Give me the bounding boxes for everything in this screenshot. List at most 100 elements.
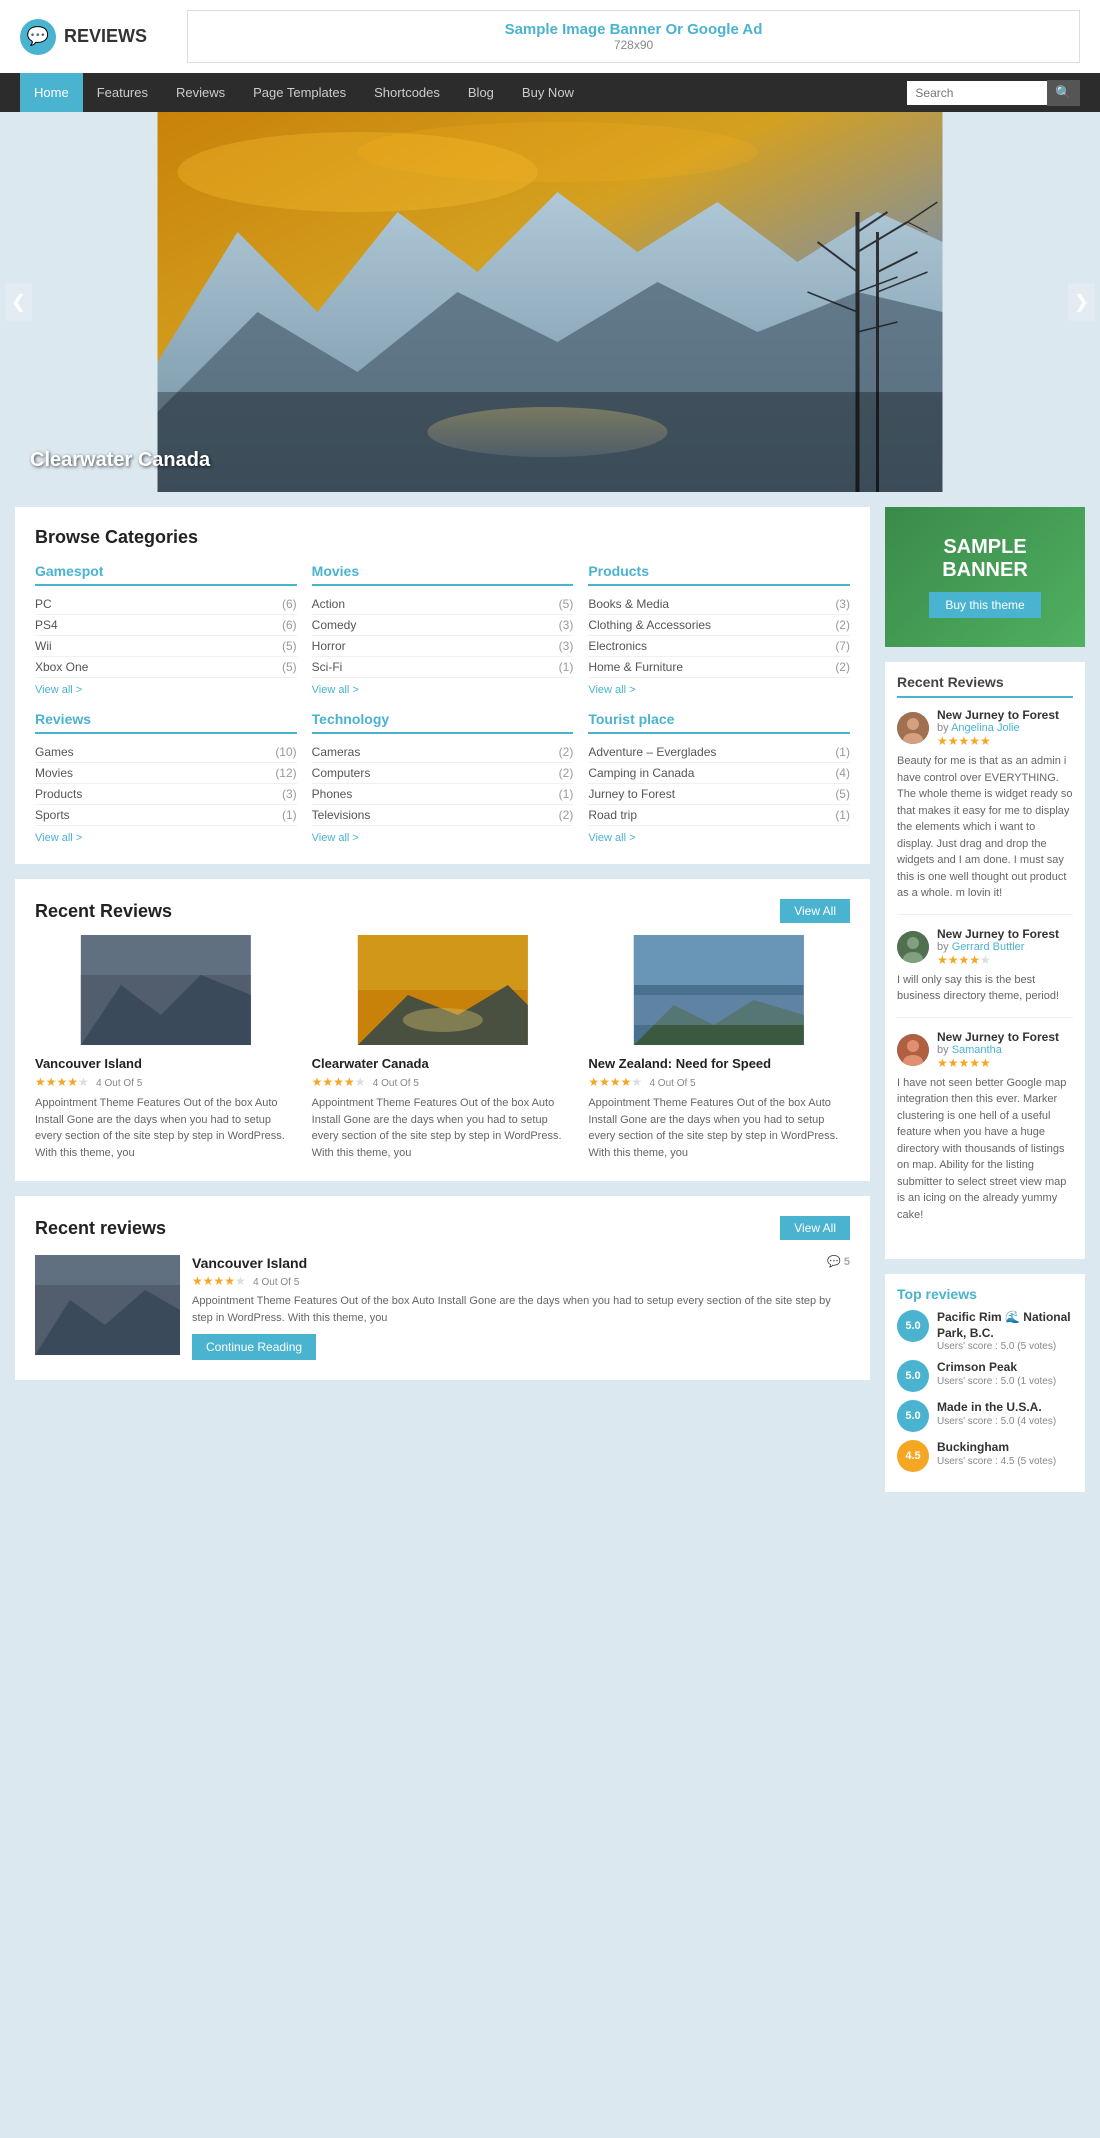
nav-reviews[interactable]: Reviews (162, 73, 239, 112)
list-item: Electronics(7) (588, 636, 850, 657)
score-badge-3: 5.0 (897, 1400, 929, 1432)
sidebar-review-1: New Jurney to Forest by Angelina Jolie ★… (897, 708, 1073, 915)
review-card-1-stars: ★★★★★ 4 Out Of 5 (35, 1075, 297, 1089)
nav-page-templates[interactable]: Page Templates (239, 73, 360, 112)
nav-home[interactable]: Home (20, 73, 83, 112)
list-item: Horror(3) (312, 636, 574, 657)
top-review-4-info: Buckingham Users' score : 4.5 (5 votes) (937, 1440, 1056, 1467)
recent-reviews-header: Recent Reviews View All (35, 899, 850, 923)
continue-reading-button[interactable]: Continue Reading (192, 1334, 316, 1360)
cat-products-title: Products (588, 563, 850, 586)
list-item: Games(10) (35, 742, 297, 763)
top-review-3-meta: Users' score : 5.0 (4 votes) (937, 1416, 1056, 1427)
top-review-2-title: Crimson Peak (937, 1360, 1056, 1376)
list-item: PS4(6) (35, 615, 297, 636)
cat-technology-title: Technology (312, 711, 574, 734)
sidebar-review-3-author-link[interactable]: Samantha (952, 1044, 1002, 1056)
list-item: Home & Furniture(2) (588, 657, 850, 678)
logo: 💬 REVIEWS (20, 19, 147, 55)
reviews-cards-grid: Vancouver Island ★★★★★ 4 Out Of 5 Appoin… (35, 935, 850, 1161)
list-item: Televisions(2) (312, 805, 574, 826)
recent-reviews-grid: Recent Reviews View All Vancouver Island… (15, 879, 870, 1181)
recent-reviews-list-header: Recent reviews View All (35, 1216, 850, 1240)
top-review-1-info: Pacific Rim 🌊 National Park, B.C. Users'… (937, 1310, 1073, 1352)
list-item: Products(3) (35, 784, 297, 805)
search-button[interactable]: 🔍 (1047, 80, 1080, 106)
sidebar-review-3: New Jurney to Forest by Samantha ★★★★★ I… (897, 1030, 1073, 1236)
list-item: PC(6) (35, 594, 297, 615)
sidebar-avatar-1 (897, 712, 929, 744)
top-review-2-meta: Users' score : 5.0 (1 votes) (937, 1376, 1056, 1387)
category-reviews: Reviews Games(10) Movies(12) Products(3)… (35, 711, 297, 844)
nav-blog[interactable]: Blog (454, 73, 508, 112)
nav-features[interactable]: Features (83, 73, 162, 112)
view-all-technology[interactable]: View all > (312, 832, 359, 844)
list-item: Cameras(2) (312, 742, 574, 763)
review-card-1-desc: Appointment Theme Features Out of the bo… (35, 1095, 297, 1161)
view-all-products[interactable]: View all > (588, 684, 635, 696)
sidebar-review-2-header: New Jurney to Forest by Gerrard Buttler … (897, 927, 1073, 967)
score-badge-4: 4.5 (897, 1440, 929, 1472)
main-nav: Home Features Reviews Page Templates Sho… (0, 73, 1100, 112)
top-review-3-info: Made in the U.S.A. Users' score : 5.0 (4… (937, 1400, 1056, 1427)
sidebar-banner[interactable]: SAMPLE BANNER Buy this theme (885, 507, 1085, 647)
banner-title: Sample Image Banner Or Google Ad (198, 21, 1069, 38)
top-reviews-title: Top reviews (897, 1286, 1073, 1302)
sidebar-review-1-author-link[interactable]: Angelina Jolie (951, 722, 1020, 734)
view-all-movies[interactable]: View all > (312, 684, 359, 696)
review-card-3-image (588, 935, 850, 1045)
sidebar-review-2-author: by Gerrard Buttler (937, 941, 1059, 953)
sidebar-review-1-text: Beauty for me is that as an admin i have… (897, 753, 1073, 902)
recent-reviews-list-title: Recent reviews (35, 1218, 166, 1239)
comment-count: 💬 5 (827, 1255, 850, 1268)
cat-gamespot-title: Gamespot (35, 563, 297, 586)
category-tourist-place: Tourist place Adventure – Everglades(1) … (588, 711, 850, 844)
top-review-1-meta: Users' score : 5.0 (5 votes) (937, 1341, 1073, 1352)
sidebar-review-3-title: New Jurney to Forest (937, 1030, 1059, 1044)
nav-buy-now[interactable]: Buy Now (508, 73, 588, 112)
sidebar-review-2-text: I will only say this is the best busines… (897, 972, 1073, 1005)
list-item: Camping in Canada(4) (588, 763, 850, 784)
top-review-4-title: Buckingham (937, 1440, 1056, 1456)
list-item: Jurney to Forest(5) (588, 784, 850, 805)
top-review-item-3: 5.0 Made in the U.S.A. Users' score : 5.… (897, 1400, 1073, 1432)
cat-movies-title: Movies (312, 563, 574, 586)
sidebar-top-reviews: Top reviews 5.0 Pacific Rim 🌊 National P… (885, 1274, 1085, 1492)
hero-next-button[interactable]: ❯ (1068, 284, 1095, 321)
review-card-2-stars: ★★★★★ 4 Out Of 5 (312, 1075, 574, 1089)
banner-size: 728x90 (198, 38, 1069, 52)
browse-categories: Browse Categories Gamespot PC(6) PS4(6) … (15, 507, 870, 864)
buy-theme-button[interactable]: Buy this theme (929, 592, 1040, 618)
top-review-item-4: 4.5 Buckingham Users' score : 4.5 (5 vot… (897, 1440, 1073, 1472)
list-item: Wii(5) (35, 636, 297, 657)
review-list-item-1-image (35, 1255, 180, 1355)
header-banner[interactable]: Sample Image Banner Or Google Ad 728x90 (187, 10, 1080, 63)
view-all-tourist[interactable]: View all > (588, 832, 635, 844)
sidebar-review-2-title: New Jurney to Forest (937, 927, 1059, 941)
sidebar-recent-reviews: Recent Reviews New Jurney to Forest by A… (885, 662, 1085, 1259)
view-all-gamespot[interactable]: View all > (35, 684, 82, 696)
sidebar-review-1-meta: New Jurney to Forest by Angelina Jolie ★… (937, 708, 1059, 748)
review-card-1-image (35, 935, 297, 1045)
sidebar-banner-text: SAMPLE BANNER (905, 536, 1065, 582)
review-card-2: Clearwater Canada ★★★★★ 4 Out Of 5 Appoi… (312, 935, 574, 1161)
category-products: Products Books & Media(3) Clothing & Acc… (588, 563, 850, 696)
nav-shortcodes[interactable]: Shortcodes (360, 73, 454, 112)
sidebar-review-1-author: by Angelina Jolie (937, 722, 1059, 734)
cat-reviews-title: Reviews (35, 711, 297, 734)
review-card-2-desc: Appointment Theme Features Out of the bo… (312, 1095, 574, 1161)
sidebar-avatar-2 (897, 931, 929, 963)
sidebar-review-2-author-link[interactable]: Gerrard Buttler (952, 941, 1025, 953)
recent-reviews-view-all[interactable]: View All (780, 899, 850, 923)
view-all-reviews[interactable]: View all > (35, 832, 82, 844)
review-card-2-title: Clearwater Canada (312, 1056, 574, 1071)
site-header: 💬 REVIEWS Sample Image Banner Or Google … (0, 0, 1100, 73)
hero-prev-button[interactable]: ❮ (5, 284, 32, 321)
search-input[interactable] (907, 81, 1047, 105)
top-review-3-title: Made in the U.S.A. (937, 1400, 1056, 1416)
review-card-3-stars: ★★★★★ 4 Out Of 5 (588, 1075, 850, 1089)
recent-reviews-list-view-all[interactable]: View All (780, 1216, 850, 1240)
list-item: Sci-Fi(1) (312, 657, 574, 678)
review-card-1: Vancouver Island ★★★★★ 4 Out Of 5 Appoin… (35, 935, 297, 1161)
category-movies: Movies Action(5) Comedy(3) Horror(3) Sci… (312, 563, 574, 696)
